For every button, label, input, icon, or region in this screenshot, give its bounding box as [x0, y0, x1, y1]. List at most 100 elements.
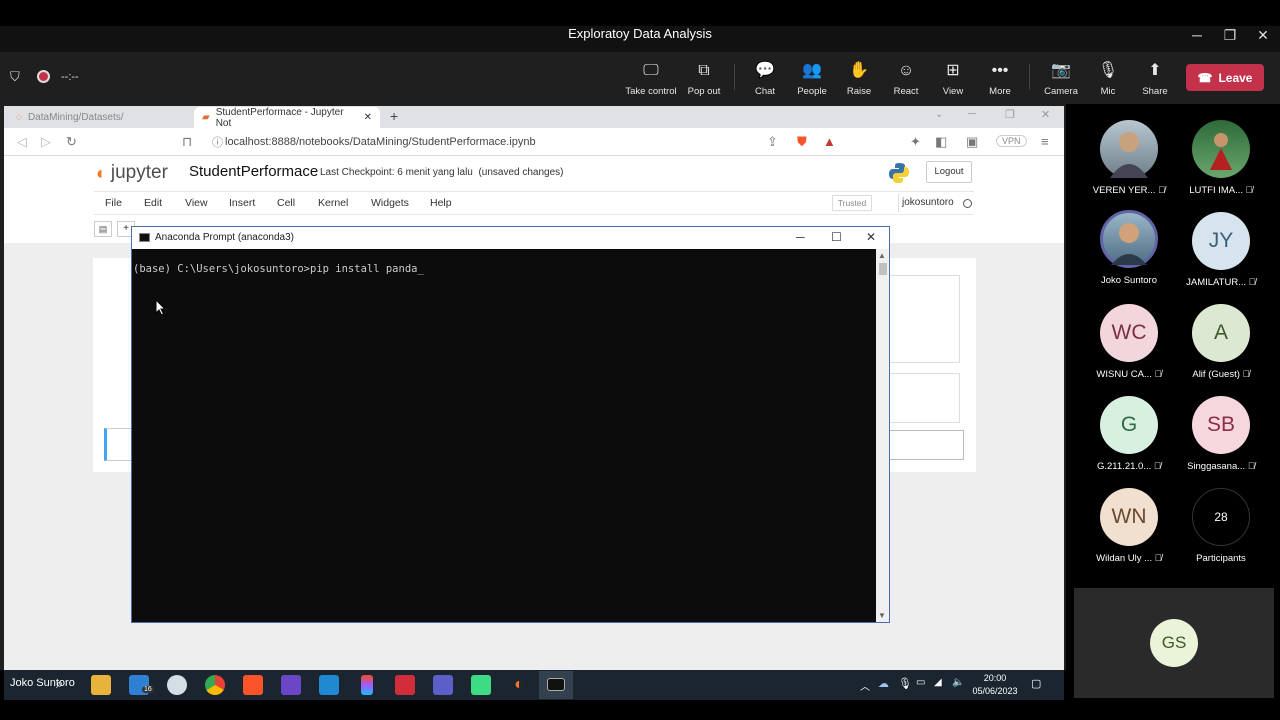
scroll-down-icon[interactable]: ▼	[878, 611, 886, 620]
participant-tile[interactable]: WN Wildan Uly ... 🎙̸	[1082, 488, 1176, 564]
participant-tile[interactable]: VEREN YER... 🎙̸	[1082, 120, 1176, 196]
brave-icon[interactable]	[243, 675, 263, 695]
shield-icon: ⛉	[10, 69, 20, 84]
trusted-badge[interactable]: Trusted	[832, 195, 872, 211]
brave-rewards-icon[interactable]: ▲	[823, 134, 836, 149]
wallet-icon[interactable]: ▣	[966, 134, 978, 150]
reload-icon[interactable]: ↻	[66, 134, 77, 150]
cmd-window-title: Anaconda Prompt (anaconda3)	[155, 232, 294, 243]
figma-icon[interactable]	[361, 675, 373, 695]
cmd-close-icon[interactable]: ✕	[866, 230, 876, 244]
url-field[interactable]: localhost:8888/notebooks/DataMining/Stud…	[225, 136, 536, 148]
participant-tile[interactable]: A Alif (Guest) 🎙̸	[1174, 304, 1268, 380]
site-info-icon[interactable]: ⓘ	[212, 134, 223, 150]
browser-minimize-icon[interactable]: ─	[968, 108, 976, 120]
jupyter-taskbar-icon[interactable]: ◐	[509, 675, 529, 695]
participant-count-badge: 28	[1192, 488, 1250, 546]
menu-kernel[interactable]: Kernel	[318, 197, 348, 209]
tray-chevron-icon[interactable]: ︿	[860, 678, 870, 693]
menu-insert[interactable]: Insert	[229, 197, 255, 209]
teams-icon[interactable]	[433, 675, 453, 695]
more-icon: •••	[991, 62, 1009, 79]
scroll-thumb[interactable]	[879, 263, 887, 275]
participant-tile[interactable]: SB Singgasana... 🎙̸	[1174, 396, 1268, 472]
tray-mic-icon[interactable]: 🎙	[898, 677, 912, 690]
cmd-taskbar-icon	[547, 678, 565, 691]
cmd-maximize-icon[interactable]: ☐	[831, 230, 842, 244]
android-studio-icon[interactable]	[471, 675, 491, 695]
forward-icon[interactable]: ▷	[41, 134, 51, 150]
selected-cell[interactable]	[104, 428, 134, 461]
menu-view[interactable]: View	[185, 197, 208, 209]
participant-tile[interactable]: LUTFI IMA... 🎙̸	[1174, 120, 1268, 196]
leave-button[interactable]: ☎ Leave	[1186, 64, 1264, 91]
back-icon[interactable]: ◁	[17, 134, 27, 150]
sidebar-icon[interactable]: ◧	[935, 134, 947, 150]
browser-restore-icon[interactable]: ❐	[1005, 108, 1015, 121]
menu-edit[interactable]: Edit	[144, 197, 162, 209]
cloud-app-icon[interactable]	[167, 675, 187, 695]
vscode-icon[interactable]	[319, 675, 339, 695]
browser-tab-active[interactable]: ▰ StudentPerformace - Jupyter Not ✕	[194, 107, 380, 129]
menu-file[interactable]: File	[105, 197, 122, 209]
bookmark-icon[interactable]: ⊓	[182, 134, 192, 150]
take-control-button[interactable]: 🖵 Take control	[623, 60, 679, 100]
pop-out-button[interactable]: ⧉ Pop out	[676, 60, 732, 100]
participants-count-button[interactable]: 28 Participants	[1174, 488, 1268, 564]
share-page-icon[interactable]: ⇪	[767, 134, 778, 150]
notifications-icon[interactable]: ▢	[1031, 677, 1041, 690]
cmd-minimize-icon[interactable]: ─	[796, 230, 805, 244]
volume-icon[interactable]: 🔈	[952, 677, 964, 688]
browser-tab[interactable]: ◌ DataMining/Datasets/	[8, 107, 194, 128]
chrome-icon[interactable]	[205, 675, 225, 695]
cmd-command-line[interactable]: (base) C:\Users\jokosuntoro>pip install …	[133, 263, 424, 275]
pop-out-icon: ⧉	[698, 62, 710, 79]
brave-shield-icon[interactable]: ⛊	[797, 134, 807, 150]
network-icon[interactable]: ◢	[934, 677, 942, 688]
notebook-cell[interactable]	[886, 373, 960, 423]
cmd-scrollbar[interactable]	[876, 249, 889, 622]
notebook-cell[interactable]	[886, 430, 964, 460]
scroll-up-icon[interactable]: ▲	[878, 251, 886, 260]
menu-help[interactable]: Help	[430, 197, 452, 209]
search-icon[interactable]: ⌕	[56, 676, 63, 692]
taskbar-clock[interactable]: 20:00 05/06/2023	[970, 672, 1020, 698]
visual-studio-icon[interactable]	[281, 675, 301, 695]
avatar	[1100, 210, 1158, 268]
notebook-tab-icon: ▰	[202, 112, 210, 123]
file-explorer-icon[interactable]	[91, 675, 111, 695]
mendeley-icon[interactable]	[395, 675, 415, 695]
menu-widgets[interactable]: Widgets	[371, 197, 409, 209]
menu-cell[interactable]: Cell	[277, 197, 295, 209]
tab-close-icon[interactable]: ✕	[364, 112, 372, 123]
onedrive-icon[interactable]: ☁	[878, 677, 889, 690]
self-avatar: GS	[1150, 619, 1198, 667]
participant-tile[interactable]: JY JAMILATUR... 🎙̸	[1174, 212, 1268, 288]
tab-list-icon[interactable]: ⌄	[935, 109, 943, 120]
participant-tile[interactable]: G G.211.21.0... 🎙̸	[1082, 396, 1176, 472]
kernel-user-label: jokosuntoro	[902, 197, 954, 208]
share-button[interactable]: ⬆ Share	[1127, 60, 1183, 100]
extensions-icon[interactable]: ✦	[910, 134, 921, 150]
mic-off-icon: 🎙̸	[1154, 553, 1162, 564]
vpn-button[interactable]: VPN	[996, 135, 1027, 147]
browser-close-icon[interactable]: ✕	[1041, 108, 1050, 121]
save-notebook-icon[interactable]: ▤	[94, 221, 112, 237]
checkpoint-status: Last Checkpoint: 6 menit yang lalu (unsa…	[320, 167, 564, 178]
more-button[interactable]: ••• More	[972, 60, 1028, 100]
browser-menu-icon[interactable]: ≡	[1041, 134, 1049, 149]
logout-button[interactable]: Logout	[926, 161, 972, 183]
recording-icon	[37, 70, 50, 83]
minimize-icon[interactable]: ─	[1183, 24, 1211, 46]
presenter-name: Joko Suntoro	[10, 677, 75, 689]
participant-tile[interactable]: WC WISNU CA... 🎙̸	[1082, 304, 1176, 380]
jupyter-logo[interactable]: ◐ jupyter	[96, 162, 168, 184]
new-tab-icon[interactable]: +	[390, 108, 398, 124]
notebook-cell[interactable]	[886, 275, 960, 363]
restore-icon[interactable]: ❐	[1216, 24, 1244, 46]
participant-tile-active[interactable]: Joko Suntoro	[1082, 210, 1176, 286]
notebook-title[interactable]: StudentPerformace	[189, 163, 318, 180]
mouse-cursor-icon	[155, 299, 167, 316]
close-icon[interactable]: ✕	[1249, 24, 1277, 46]
battery-icon[interactable]: ▭	[916, 677, 925, 688]
